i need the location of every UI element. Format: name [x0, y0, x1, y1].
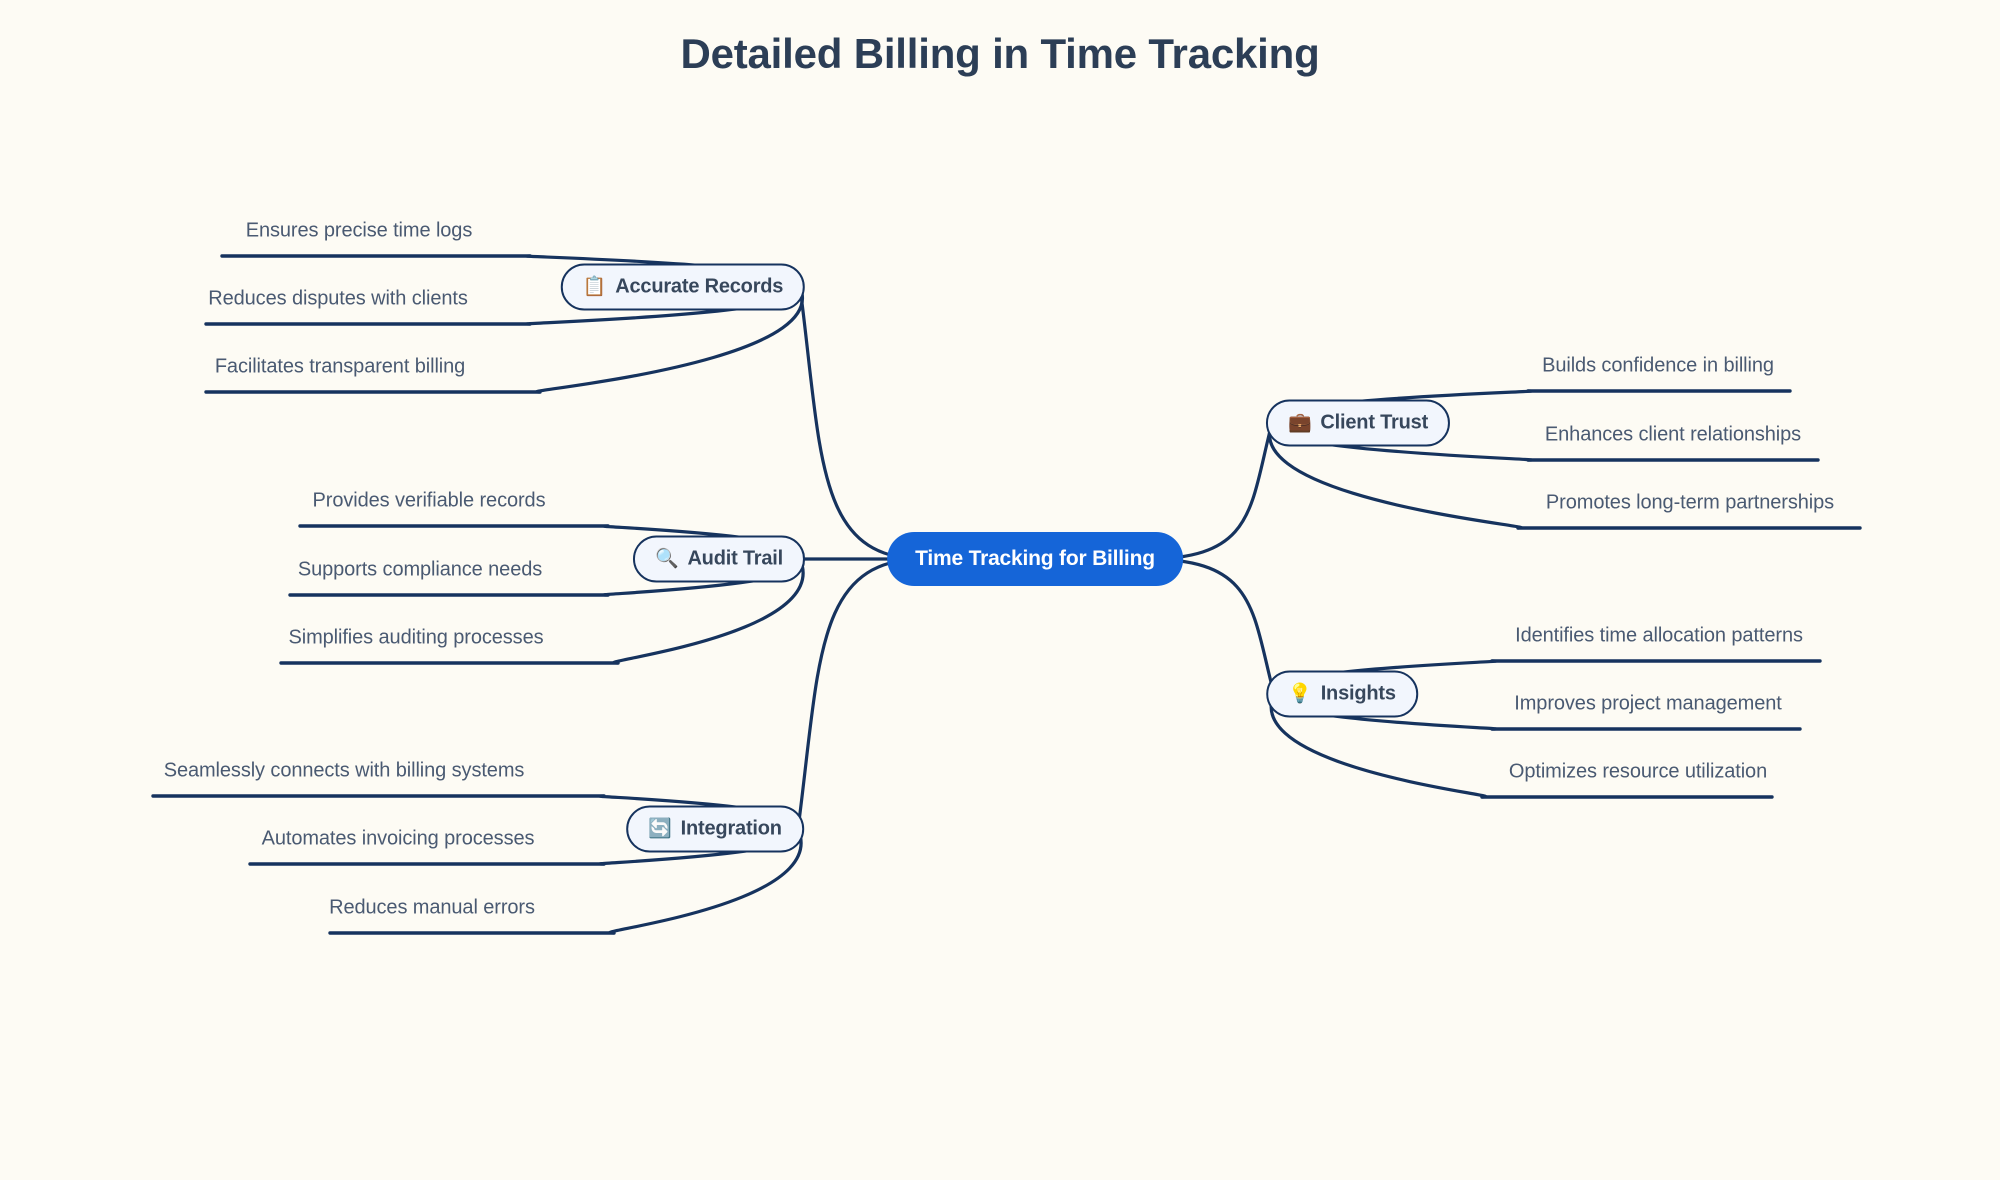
- branch-connector-accurate-records: [798, 285, 925, 561]
- magnifying-glass-icon: 🔍: [654, 548, 679, 570]
- briefcase-icon: 💼: [1287, 412, 1312, 434]
- leaf-label[interactable]: Simplifies auditing processes: [288, 627, 543, 650]
- clipboard-icon: 📋: [582, 276, 607, 298]
- sync-refresh-icon: 🔄: [648, 818, 672, 840]
- leaf-label[interactable]: Provides verifiable records: [313, 490, 546, 513]
- branch-node-audit-trail[interactable]: 🔍 Audit Trail: [632, 535, 806, 583]
- leaf-label[interactable]: Ensures precise time logs: [246, 220, 473, 243]
- lightbulb-icon: 💡: [1288, 683, 1312, 705]
- leaf-label[interactable]: Promotes long-term partnerships: [1546, 492, 1834, 515]
- central-node-label: Time Tracking for Billing: [915, 547, 1155, 570]
- branch-node-label: Client Trust: [1320, 411, 1429, 434]
- branch-node-label: Insights: [1320, 682, 1396, 705]
- leaf-label[interactable]: Improves project management: [1514, 693, 1782, 716]
- leaf-label[interactable]: Enhances client relationships: [1545, 424, 1801, 447]
- connector-layer: [151, 254, 1862, 935]
- branch-node-label: Audit Trail: [687, 547, 784, 570]
- leaf-label[interactable]: Automates invoicing processes: [262, 828, 535, 851]
- leaf-label[interactable]: Supports compliance needs: [298, 559, 542, 582]
- branch-node-client-trust[interactable]: 💼 Client Trust: [1265, 399, 1451, 447]
- leaf-label[interactable]: Reduces disputes with clients: [208, 288, 468, 311]
- branch-node-label: Accurate Records: [615, 275, 784, 298]
- branch-node-accurate-records[interactable]: 📋 Accurate Records: [560, 263, 806, 311]
- leaf-label[interactable]: Identifies time allocation patterns: [1515, 625, 1803, 648]
- branch-node-label: Integration: [680, 817, 782, 840]
- leaf-label[interactable]: Facilitates transparent billing: [215, 356, 465, 379]
- leaf-label[interactable]: Seamlessly connects with billing systems: [164, 760, 525, 783]
- leaf-label[interactable]: Optimizes resource utilization: [1509, 761, 1767, 784]
- leaf-label[interactable]: Builds confidence in billing: [1542, 355, 1774, 378]
- leaf-label[interactable]: Reduces manual errors: [329, 897, 535, 920]
- branch-node-integration[interactable]: 🔄 Integration: [626, 805, 804, 853]
- branch-node-insights[interactable]: 💡 Insights: [1266, 670, 1418, 718]
- central-node[interactable]: Time Tracking for Billing: [887, 532, 1183, 586]
- mindmap-canvas: Detailed Billing in Time Tracking Time T…: [0, 0, 2000, 1180]
- branch-connector-integration: [796, 557, 925, 831]
